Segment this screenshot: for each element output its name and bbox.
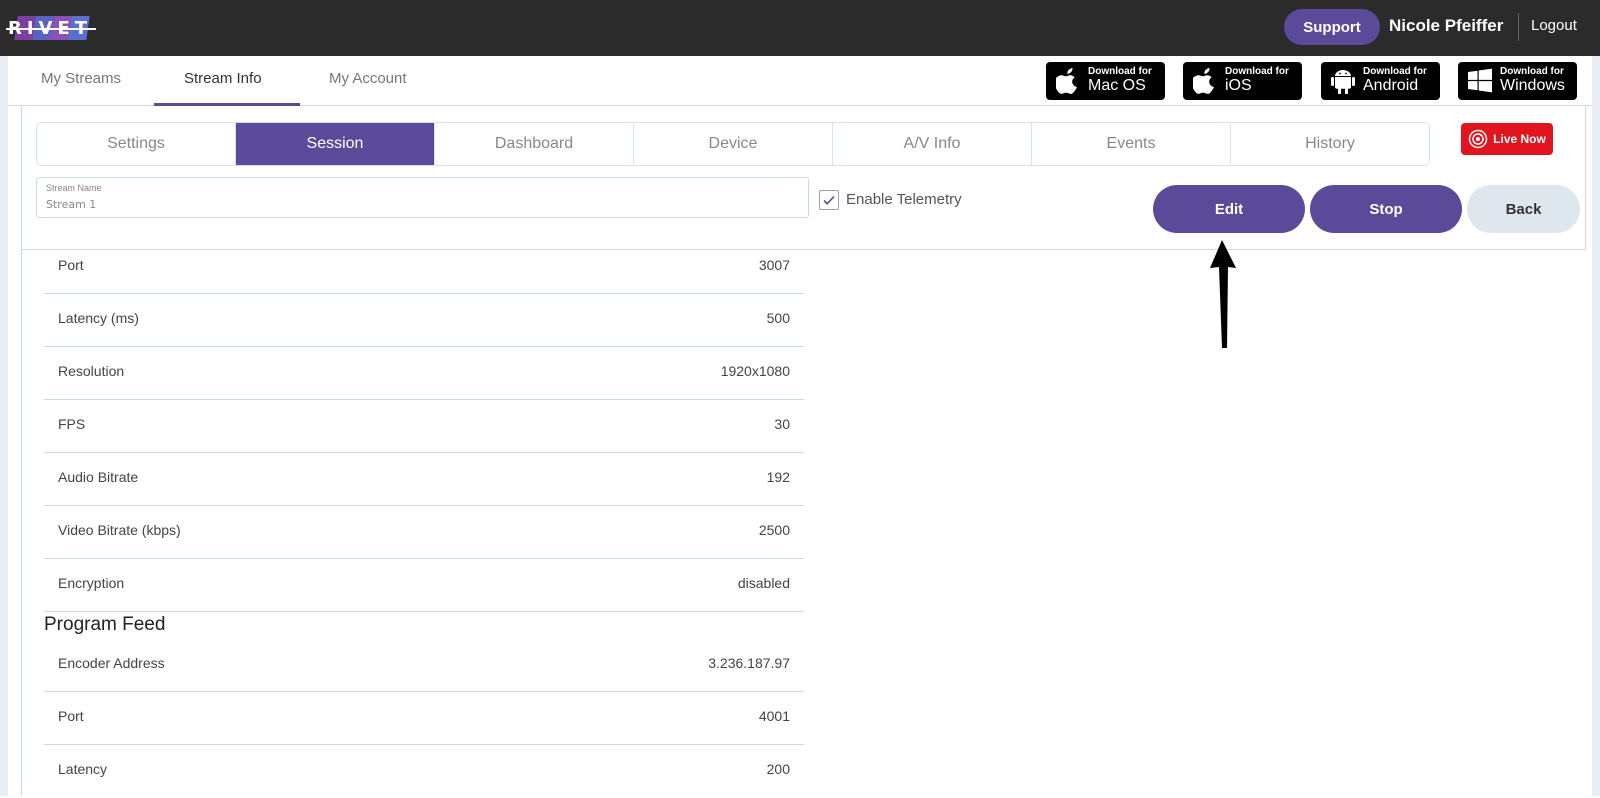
user-name[interactable]: Nicole Pfeiffer xyxy=(1389,16,1503,36)
info-row-latency: Latency (ms) 500 xyxy=(44,294,804,347)
row-label: Port xyxy=(58,708,84,724)
subtab-history[interactable]: History xyxy=(1231,123,1429,165)
row-value: 200 xyxy=(766,761,790,777)
subtab-device[interactable]: Device xyxy=(634,123,833,165)
rivet-logo[interactable]: RIVET xyxy=(6,14,96,42)
row-value: 3007 xyxy=(758,257,790,273)
apple-icon xyxy=(1193,68,1214,94)
check-icon xyxy=(823,195,835,205)
download-macos-small: Download for xyxy=(1088,66,1152,77)
logout-link[interactable]: Logout xyxy=(1531,17,1577,34)
topbar-divider xyxy=(1518,13,1519,41)
windows-icon xyxy=(1468,68,1492,93)
android-icon xyxy=(1331,70,1355,94)
download-macos-label: Mac OS xyxy=(1088,77,1146,94)
download-windows-label: Windows xyxy=(1500,77,1565,94)
row-label: Encoder Address xyxy=(58,655,165,671)
row-label: Latency (ms) xyxy=(58,310,139,326)
stream-name-label: Stream Name xyxy=(46,183,102,193)
row-label: Port xyxy=(58,257,84,273)
stop-button[interactable]: Stop xyxy=(1310,185,1462,233)
apple-icon xyxy=(1056,68,1077,94)
row-value: 192 xyxy=(766,469,790,485)
subtab-dashboard[interactable]: Dashboard xyxy=(435,123,634,165)
download-ios-button[interactable]: Download for iOS xyxy=(1183,62,1302,100)
logo-text: RIVET xyxy=(8,18,93,39)
right-rail xyxy=(1592,56,1600,796)
download-ios-small: Download for xyxy=(1225,66,1289,77)
live-now-label: Live Now xyxy=(1493,132,1546,146)
stream-name-field[interactable]: Stream Name Stream 1 xyxy=(36,177,809,218)
top-bar: RIVET Support Nicole Pfeiffer Logout xyxy=(0,0,1600,56)
panel-border-right xyxy=(1585,106,1586,250)
row-value: 500 xyxy=(766,310,790,326)
panel-border-left xyxy=(21,106,22,796)
row-value: 1920x1080 xyxy=(720,363,790,379)
broadcast-icon xyxy=(1468,129,1488,149)
edit-button[interactable]: Edit xyxy=(1153,185,1305,233)
nav-tab-my-account[interactable]: My Account xyxy=(329,70,407,87)
info-row-feed-port: Port 4001 xyxy=(44,692,804,745)
download-ios-label: iOS xyxy=(1225,77,1252,94)
row-value: 4001 xyxy=(758,708,790,724)
download-windows-button[interactable]: Download for Windows xyxy=(1458,62,1577,100)
info-row-resolution: Resolution 1920x1080 xyxy=(44,347,804,400)
telemetry-label[interactable]: Enable Telemetry xyxy=(846,191,962,208)
program-feed-title: Program Feed xyxy=(44,614,166,635)
info-row-encryption: Encryption disabled xyxy=(44,559,804,612)
telemetry-checkbox[interactable] xyxy=(819,190,839,210)
row-value: disabled xyxy=(737,575,790,591)
live-now-button[interactable]: Live Now xyxy=(1461,123,1553,155)
back-button[interactable]: Back xyxy=(1467,185,1580,233)
info-row-feed-latency: Latency 200 xyxy=(44,745,804,798)
subtab-session[interactable]: Session xyxy=(236,123,435,165)
info-row-audio-bitrate: Audio Bitrate 192 xyxy=(44,453,804,506)
support-button[interactable]: Support xyxy=(1284,9,1380,45)
stream-name-value[interactable]: Stream 1 xyxy=(46,198,96,211)
row-label: Encryption xyxy=(58,575,125,591)
download-windows-small: Download for xyxy=(1500,66,1564,77)
download-android-small: Download for xyxy=(1363,66,1427,77)
row-value: 3.236.187.97 xyxy=(708,655,790,671)
row-label: Resolution xyxy=(58,363,125,379)
info-row-video-bitrate: Video Bitrate (kbps) 2500 xyxy=(44,506,804,559)
row-label: FPS xyxy=(58,416,86,432)
info-row-encoder-address: Encoder Address 3.236.187.97 xyxy=(44,639,804,692)
arrow-up-icon xyxy=(1210,240,1236,348)
download-android-button[interactable]: Download for Android xyxy=(1321,62,1440,100)
row-label: Latency xyxy=(58,761,108,777)
row-label: Video Bitrate (kbps) xyxy=(58,522,181,538)
info-row-port: Port 3007 xyxy=(44,241,804,294)
subtab-settings[interactable]: Settings xyxy=(37,123,236,165)
active-tab-indicator xyxy=(154,103,300,106)
left-rail xyxy=(0,56,8,796)
session-subtabs: Settings Session Dashboard Device A/V In… xyxy=(36,122,1430,166)
subtab-av-info[interactable]: A/V Info xyxy=(833,123,1032,165)
info-row-fps: FPS 30 xyxy=(44,400,804,453)
nav-tab-stream-info[interactable]: Stream Info xyxy=(184,70,262,87)
row-label: Audio Bitrate xyxy=(58,469,139,485)
nav-tab-my-streams[interactable]: My Streams xyxy=(41,70,121,87)
subtab-events[interactable]: Events xyxy=(1032,123,1231,165)
row-value: 2500 xyxy=(758,522,790,538)
row-value: 30 xyxy=(774,416,790,432)
download-macos-button[interactable]: Download for Mac OS xyxy=(1046,62,1165,100)
download-android-label: Android xyxy=(1363,77,1419,94)
